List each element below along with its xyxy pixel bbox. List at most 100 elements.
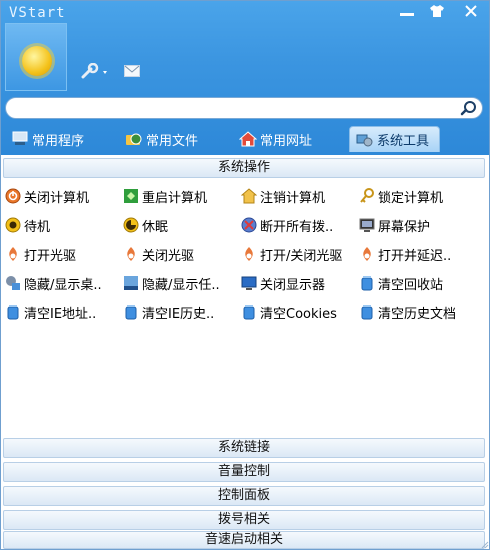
tab-system-tools-label: 系统工具 <box>377 134 430 149</box>
key-icon <box>359 188 375 204</box>
resize-grip-icon[interactable] <box>479 539 489 549</box>
item-label: 打开/关闭光驱 <box>260 248 343 264</box>
section-header-dialup[interactable]: 拨号相关 <box>3 510 485 530</box>
section-header-system-ops[interactable]: 系统操作 <box>3 158 485 178</box>
item-label: 注销计算机 <box>260 190 326 206</box>
mail-button[interactable] <box>124 65 140 77</box>
item-lock[interactable]: 锁定计算机 <box>359 186 443 206</box>
computer-icon <box>11 130 29 148</box>
item-toggle-desktop[interactable]: 隐藏/显示桌.. <box>5 273 102 293</box>
item-empty-recycle-bin[interactable]: 清空回收站 <box>359 273 443 293</box>
screensaver-icon <box>359 217 375 233</box>
skin-button[interactable] <box>423 1 451 21</box>
item-clear-ie-address[interactable]: 清空IE地址.. <box>5 302 96 322</box>
restart-icon <box>123 188 139 204</box>
item-label: 重启计算机 <box>142 190 208 206</box>
tool-panel: 系统操作 关闭计算机 重启计算机 注销计算机 锁定计算机 待机 休眠 断开所有拨… <box>1 155 489 549</box>
item-label: 清空Cookies <box>260 306 337 322</box>
item-toggle-taskbar[interactable]: 隐藏/显示任.. <box>123 273 220 293</box>
section-header-quick-launch[interactable]: 音速启动相关 <box>3 531 485 549</box>
item-label: 隐藏/显示任.. <box>142 277 220 293</box>
item-logoff[interactable]: 注销计算机 <box>241 186 325 206</box>
item-label: 打开并延迟.. <box>378 248 452 264</box>
tab-bar: 常用程序 常用文件 常用网址 系统工具 <box>1 124 489 155</box>
trash-icon <box>123 304 139 320</box>
sun-icon <box>22 46 52 76</box>
power-off-icon <box>5 188 21 204</box>
item-label: 清空回收站 <box>378 277 444 293</box>
settings-button[interactable] <box>81 62 111 79</box>
minimize-button[interactable] <box>393 1 421 21</box>
item-shutdown[interactable]: 关闭计算机 <box>5 186 89 206</box>
monitor-icon <box>241 275 257 291</box>
item-label: 关闭光驱 <box>142 248 195 264</box>
search-box <box>5 97 483 119</box>
tshirt-icon <box>430 5 444 17</box>
avatar[interactable] <box>5 23 67 91</box>
window-title: VStart <box>9 5 66 21</box>
item-screensaver[interactable]: 屏幕保护 <box>359 215 430 235</box>
cd-drive-icon <box>359 246 375 262</box>
search-button[interactable] <box>460 100 478 116</box>
tab-programs-label: 常用程序 <box>32 133 85 149</box>
cd-drive-icon <box>123 246 139 262</box>
folder-globe-icon <box>125 130 143 148</box>
tab-websites[interactable]: 常用网址 <box>239 126 312 152</box>
item-restart[interactable]: 重启计算机 <box>123 186 207 206</box>
system-tools-icon <box>356 131 374 149</box>
search-input[interactable] <box>16 100 446 116</box>
home-icon <box>239 130 257 148</box>
logoff-icon <box>241 188 257 204</box>
tab-files-label: 常用文件 <box>146 133 199 149</box>
trash-icon <box>359 304 375 320</box>
item-label: 打开光驱 <box>24 248 77 264</box>
close-icon <box>465 5 477 17</box>
item-label: 待机 <box>24 219 51 235</box>
cd-drive-icon <box>241 246 257 262</box>
item-toggle-cd[interactable]: 打开/关闭光驱 <box>241 244 342 264</box>
trash-icon <box>5 304 21 320</box>
item-label: 清空历史文档 <box>378 306 457 322</box>
vstart-window: VStart 常用程序 常用文件 常用网址 系统工具 系统操作 关闭计算机 重启… <box>0 0 490 550</box>
search-icon <box>460 101 476 116</box>
hibernate-icon <box>123 217 139 233</box>
item-label: 休眠 <box>142 219 169 235</box>
trash-icon <box>359 275 375 291</box>
minimize-icon <box>400 12 414 16</box>
desktop-icon <box>5 275 21 291</box>
envelope-icon <box>124 65 140 77</box>
item-label: 关闭计算机 <box>24 190 90 206</box>
item-standby[interactable]: 待机 <box>5 215 50 235</box>
taskbar-icon <box>123 275 139 291</box>
trash-icon <box>241 304 257 320</box>
item-label: 隐藏/显示桌.. <box>24 277 102 293</box>
disconnect-icon <box>241 217 257 233</box>
item-disconnect[interactable]: 断开所有拨.. <box>241 215 333 235</box>
section-header-system-links[interactable]: 系统链接 <box>3 438 485 458</box>
tab-websites-label: 常用网址 <box>260 133 313 149</box>
close-button[interactable] <box>457 1 485 21</box>
item-close-cd[interactable]: 关闭光驱 <box>123 244 194 264</box>
item-label: 关闭显示器 <box>260 277 326 293</box>
item-open-delay-cd[interactable]: 打开并延迟.. <box>359 244 451 264</box>
item-turn-off-monitor[interactable]: 关闭显示器 <box>241 273 325 293</box>
item-open-cd[interactable]: 打开光驱 <box>5 244 76 264</box>
item-clear-cookies[interactable]: 清空Cookies <box>241 302 337 322</box>
tab-system-tools[interactable]: 系统工具 <box>349 126 441 152</box>
tab-files[interactable]: 常用文件 <box>125 126 198 152</box>
tab-programs[interactable]: 常用程序 <box>11 126 84 152</box>
item-label: 断开所有拨.. <box>260 219 334 235</box>
item-label: 锁定计算机 <box>378 190 444 206</box>
standby-icon <box>5 217 21 233</box>
item-hibernate[interactable]: 休眠 <box>123 215 168 235</box>
wrench-icon <box>81 62 107 79</box>
item-label: 清空IE地址.. <box>24 306 97 322</box>
item-label: 屏幕保护 <box>378 219 431 235</box>
item-clear-ie-history[interactable]: 清空IE历史.. <box>123 302 214 322</box>
header: VStart 常用程序 常用文件 常用网址 系统工具 <box>1 1 489 155</box>
item-clear-recent-docs[interactable]: 清空历史文档 <box>359 302 456 322</box>
section-header-control-panel[interactable]: 控制面板 <box>3 486 485 506</box>
item-label: 清空IE历史.. <box>142 306 215 322</box>
section-header-volume-control[interactable]: 音量控制 <box>3 462 485 482</box>
cd-drive-icon <box>5 246 21 262</box>
